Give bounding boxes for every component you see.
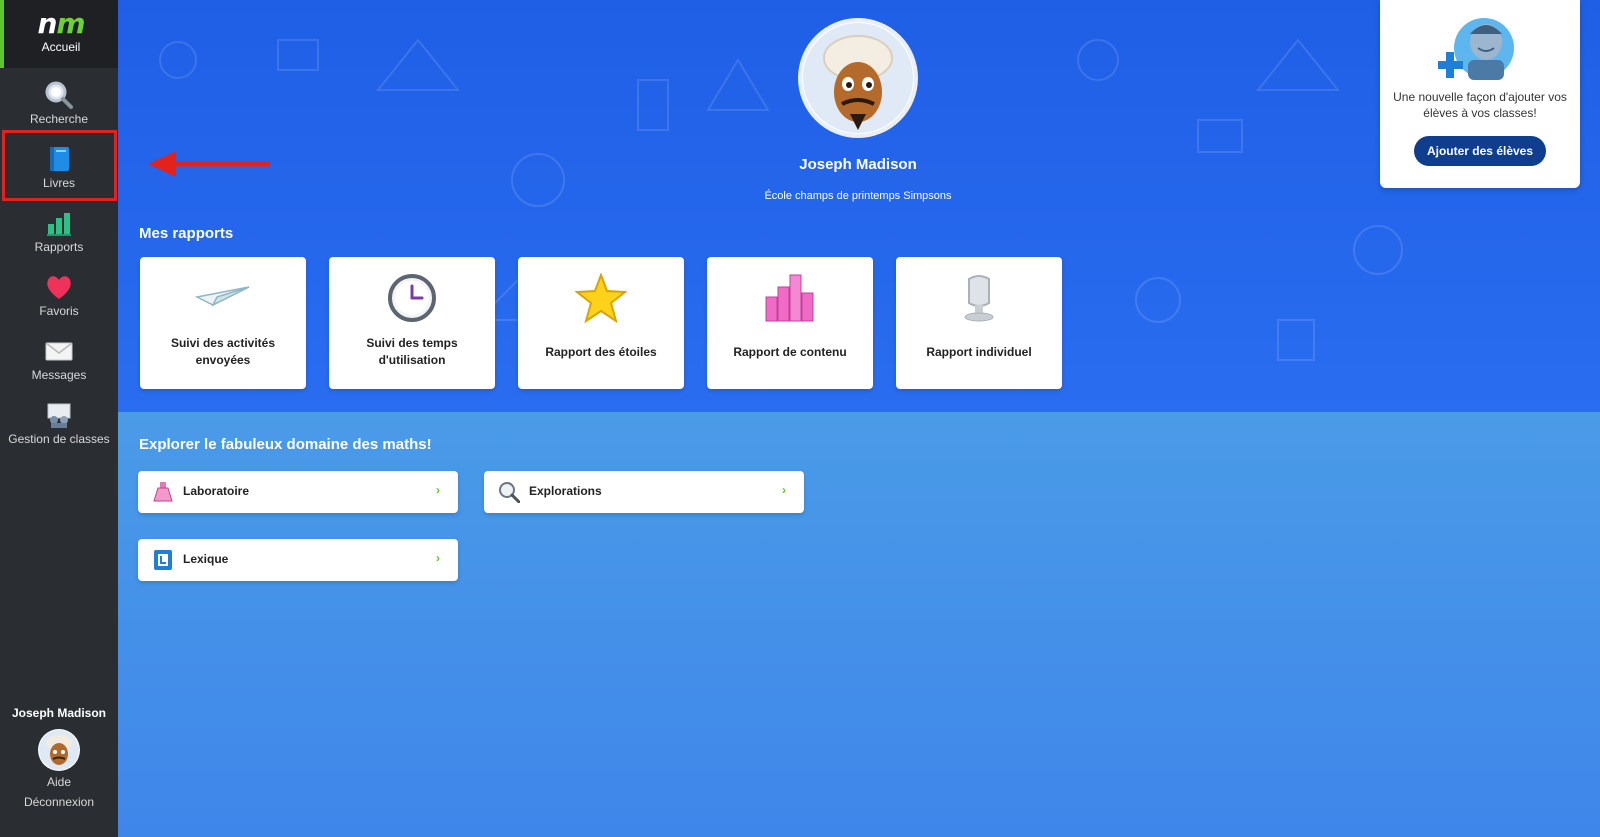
clock-icon [388,274,436,322]
sidebar-item-rapports[interactable]: Rapports [0,200,118,262]
sidebar-item-label: Gestion de classes [8,432,110,446]
report-card-label: Rapport de contenu [733,345,847,359]
report-card-label: Rapport des étoiles [545,345,657,359]
sidebar-user[interactable]: Joseph Madison [0,706,118,771]
sidebar-item-label: Rapports [34,240,84,254]
promo-card: Une nouvelle façon d'ajouter vos élèves … [1380,0,1580,188]
person-bust-icon [964,275,994,322]
star-icon [575,273,627,323]
paper-plane-icon [194,286,250,307]
explore-card-label: Laboratoire [183,484,250,498]
explore-card-laboratoire[interactable]: Laboratoire › [138,471,458,513]
avatar[interactable] [38,729,80,771]
promo-text: Une nouvelle façon d'ajouter vos élèves … [1393,90,1567,120]
user-name: Joseph Madison [11,706,106,720]
home-logo[interactable]: nm Accueil [0,0,118,68]
red-arrow-annotation [148,151,270,177]
profile-avatar[interactable] [802,22,914,134]
report-card-label: Suivi des activités envoyées [170,336,276,367]
explore-section-title: Explorer le fabuleux domaine des maths! [139,436,432,453]
sidebar-item-recherche[interactable]: Recherche [0,72,118,134]
explore-card-label: Lexique [183,552,229,566]
add-student-illustration-icon [1438,18,1514,80]
magnifier-icon [499,482,520,503]
sidebar-item-label: Recherche [29,112,89,126]
report-card-individuel[interactable]: Rapport individuel [896,257,1062,389]
magnifier-icon [45,81,73,109]
report-card-label: Suivi des temps d'utilisation [366,336,458,367]
chevron-right-icon: › [782,483,786,497]
chevron-right-icon: › [436,483,440,497]
envelope-icon [45,342,73,361]
avatar-image-icon [39,730,79,770]
logout-link[interactable]: Déconnexion [0,795,118,809]
heart-icon [47,276,71,299]
add-students-button[interactable]: Ajouter des élèves [1414,136,1546,166]
report-card-etoiles[interactable]: Rapport des étoiles [518,257,684,389]
sidebar-item-messages[interactable]: Messages [0,328,118,390]
logo-mark: nm [37,7,85,40]
report-card-temps[interactable]: Suivi des temps d'utilisation [329,257,495,389]
flask-icon [153,482,173,502]
explore-card-label: Explorations [529,484,602,498]
class-management-icon [47,403,71,428]
bar-chart-icon [765,274,814,322]
explore-card-explorations[interactable]: Explorations › [484,471,804,513]
report-card-label: Rapport individuel [926,345,1032,359]
sidebar-item-label: Favoris [39,304,79,318]
sidebar-item-gestion-de-classes[interactable]: Gestion de classes [0,392,118,454]
chevron-right-icon: › [436,551,440,565]
sidebar-item-favoris[interactable]: Favoris [0,264,118,326]
sidebar-item-label: Messages [31,368,87,382]
highlight-box [2,130,117,201]
bar-chart-icon [47,213,71,236]
report-card-contenu[interactable]: Rapport de contenu [707,257,873,389]
help-link[interactable]: Aide [0,775,118,789]
profile-avatar-icon [803,23,913,133]
lexicon-book-icon [154,550,172,570]
sidebar: nm Accueil Recherche Livres Rapports Fav… [0,0,118,837]
profile-name: Joseph Madison [799,156,917,173]
report-card-activites[interactable]: Suivi des activités envoyées [140,257,306,389]
explore-card-lexique[interactable]: Lexique › [138,539,458,581]
reports-section-title: Mes rapports [139,225,234,242]
home-label: Accueil [41,40,81,54]
profile-school: École champs de printemps Simpsons [764,190,952,202]
